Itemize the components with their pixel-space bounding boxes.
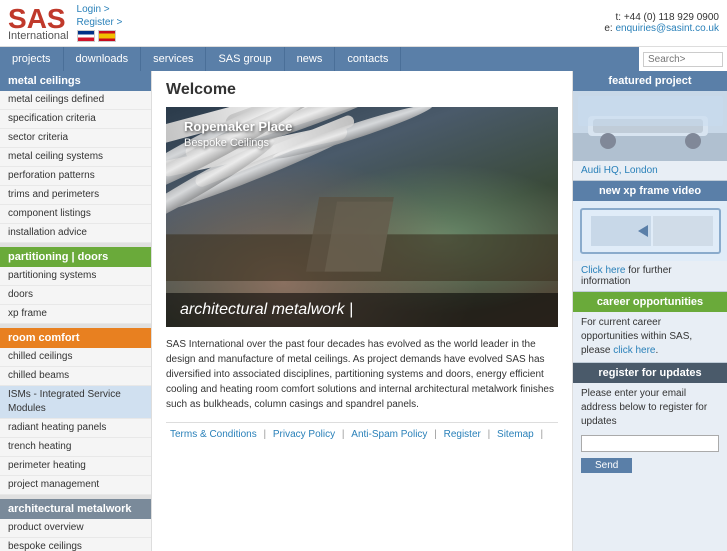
email-info: e: enquiries@sasint.co.uk: [604, 23, 719, 34]
terms-link[interactable]: Terms & Conditions: [170, 429, 257, 440]
footer-sep-3: |: [434, 429, 437, 440]
audi-svg: [573, 91, 727, 161]
sidebar-header-metal-ceilings: metal ceilings: [0, 71, 151, 91]
footer-sep-2: |: [342, 429, 345, 440]
footer-sep-5: |: [541, 429, 544, 440]
hero-label: architectural metalwork |: [166, 293, 558, 327]
es-flag[interactable]: [98, 30, 116, 42]
sidebar-item-chilled-beams[interactable]: chilled beams: [0, 367, 151, 386]
welcome-text: SAS International over the past four dec…: [166, 337, 558, 412]
sidebar-header-architectural-metalwork: architectural metalwork: [0, 499, 151, 519]
nav-news[interactable]: news: [285, 47, 336, 71]
sidebar-item-specification-criteria[interactable]: specification criteria: [0, 110, 151, 129]
sidebar-item-component-listings[interactable]: component listings: [0, 205, 151, 224]
sidebar-header-partitioning: partitioning | doors: [0, 247, 151, 267]
privacy-link[interactable]: Privacy Policy: [273, 429, 335, 440]
nav-downloads[interactable]: downloads: [64, 47, 142, 71]
sitemap-link[interactable]: Sitemap: [497, 429, 534, 440]
main-layout: metal ceilings metal ceilings defined sp…: [0, 71, 727, 551]
phone-number: t: +44 (0) 118 929 0900: [604, 12, 719, 23]
flags: [77, 30, 123, 42]
register-link[interactable]: Register >: [77, 17, 123, 28]
contact-info: t: +44 (0) 118 929 0900 e: enquiries@sas…: [604, 12, 719, 34]
register-text: Please enter your email address below to…: [573, 383, 727, 433]
logo[interactable]: SAS International: [8, 5, 69, 42]
sidebar-item-sector-criteria[interactable]: sector criteria: [0, 129, 151, 148]
xp-frame-svg: [573, 201, 727, 261]
nav-bar: projects downloads services SAS group ne…: [0, 47, 727, 71]
footer-sep-4: |: [488, 429, 491, 440]
search-bar: [639, 47, 727, 71]
featured-project-image[interactable]: [573, 91, 727, 161]
register-footer-link[interactable]: Register: [444, 429, 481, 440]
sidebar-item-doors[interactable]: doors: [0, 286, 151, 305]
footer-links: Terms & Conditions | Privacy Policy | An…: [166, 422, 558, 440]
sidebar-item-metal-ceilings-defined[interactable]: metal ceilings defined: [0, 91, 151, 110]
logo-area: SAS International Login > Register >: [8, 4, 122, 42]
register-header: register for updates: [573, 363, 727, 383]
email-prefix: e:: [604, 23, 615, 34]
sidebar-item-installation-advice[interactable]: installation advice: [0, 224, 151, 243]
sidebar-item-perforation-patterns[interactable]: perforation patterns: [0, 167, 151, 186]
ceiling-svg: [166, 107, 558, 287]
login-link[interactable]: Login >: [77, 4, 123, 15]
sidebar-item-metal-ceiling-systems[interactable]: metal ceiling systems: [0, 148, 151, 167]
xp-frame-header: new xp frame video: [573, 181, 727, 201]
hero-caption-top: Ropemaker Place: [184, 119, 292, 134]
sidebar-item-project-management[interactable]: project management: [0, 476, 151, 495]
career-header: career opportunities: [573, 292, 727, 312]
career-click-here-link[interactable]: click here: [613, 345, 655, 356]
anti-spam-link[interactable]: Anti-Spam Policy: [351, 429, 427, 440]
nav-contacts[interactable]: contacts: [335, 47, 401, 71]
login-area: Login > Register >: [77, 4, 123, 42]
nav-projects[interactable]: projects: [0, 47, 64, 71]
sidebar-item-isms[interactable]: ISMs - Integrated Service Modules: [0, 386, 151, 419]
email-link[interactable]: enquiries@sasint.co.uk: [615, 23, 719, 34]
hero-image: Ropemaker Place Bespoke Ceilings archite…: [166, 107, 558, 327]
sidebar-item-xp-frame[interactable]: xp frame: [0, 305, 151, 324]
sidebar-item-chilled-ceilings[interactable]: chilled ceilings: [0, 348, 151, 367]
career-text: For current career opportunities within …: [573, 312, 727, 362]
sidebar-item-radiant-heating-panels[interactable]: radiant heating panels: [0, 419, 151, 438]
sidebar-item-partitioning-systems[interactable]: partitioning systems: [0, 267, 151, 286]
uk-flag[interactable]: [77, 30, 95, 42]
search-input[interactable]: [643, 52, 723, 67]
sidebar-item-product-overview[interactable]: product overview: [0, 519, 151, 538]
xp-frame-video-thumbnail[interactable]: [573, 201, 727, 261]
featured-project-header: featured project: [573, 71, 727, 91]
nav-services[interactable]: services: [141, 47, 206, 71]
sidebar-header-room-comfort: room comfort: [0, 328, 151, 348]
email-field[interactable]: [581, 435, 719, 452]
sidebar-item-trench-heating[interactable]: trench heating: [0, 438, 151, 457]
click-here-text: Click here for further information: [573, 261, 727, 291]
footer-sep-1: |: [263, 429, 266, 440]
sidebar-item-perimeter-heating[interactable]: perimeter heating: [0, 457, 151, 476]
featured-project-link[interactable]: Audi HQ, London: [573, 161, 727, 180]
click-here-link[interactable]: Click here: [581, 265, 625, 276]
sidebar-item-trims-perimeters[interactable]: trims and perimeters: [0, 186, 151, 205]
right-panel: featured project Audi HQ, London new xp …: [572, 71, 727, 551]
hero-caption-sub: Bespoke Ceilings: [184, 137, 269, 149]
top-bar: SAS International Login > Register > t: …: [0, 0, 727, 47]
logo-international: International: [8, 31, 69, 42]
page-title: Welcome: [166, 81, 558, 99]
sidebar: metal ceilings metal ceilings defined sp…: [0, 71, 152, 551]
send-button[interactable]: Send: [581, 458, 632, 473]
main-content: Welcome: [152, 71, 572, 551]
nav-sas-group[interactable]: SAS group: [206, 47, 284, 71]
